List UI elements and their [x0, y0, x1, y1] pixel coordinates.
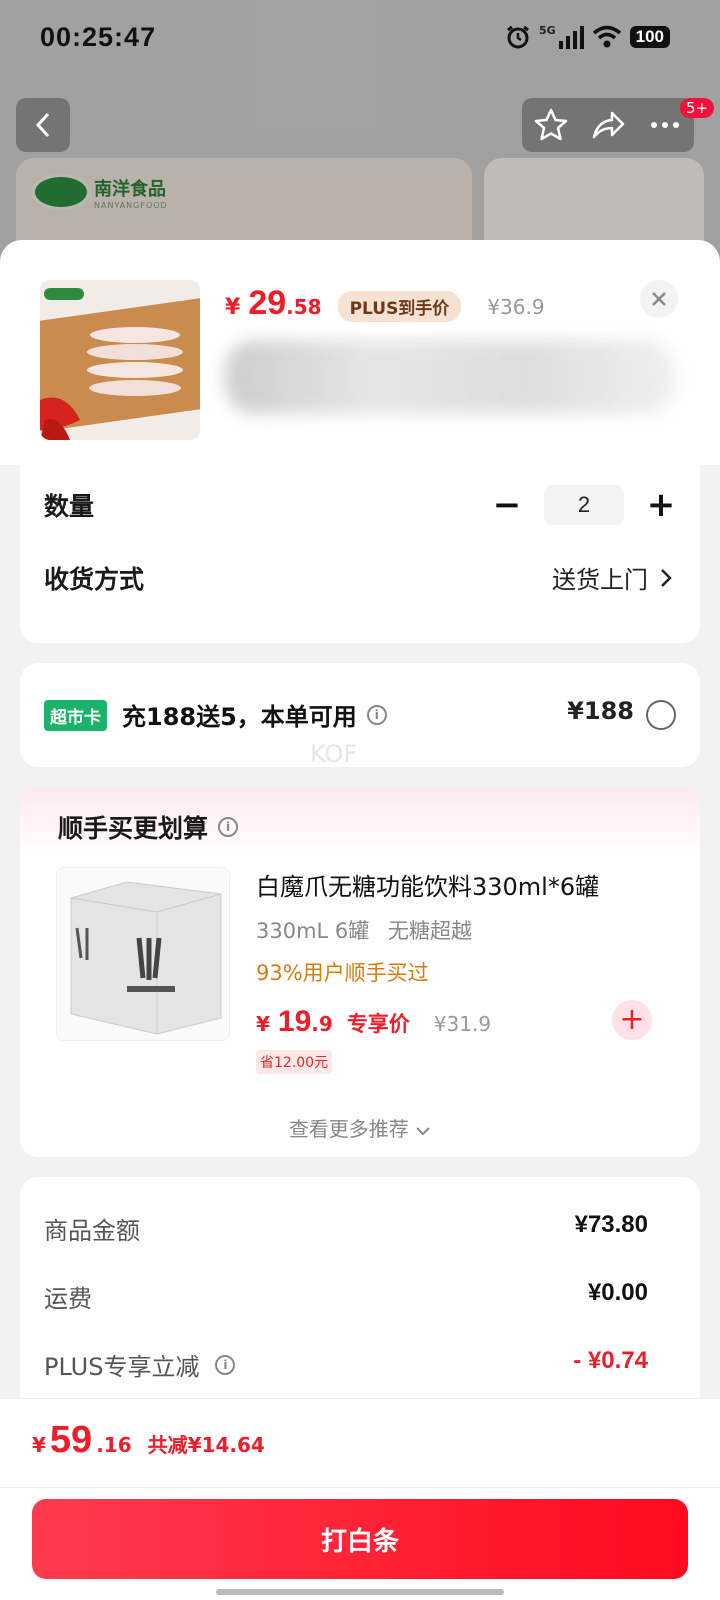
recommend-item-image[interactable]	[56, 867, 230, 1041]
top-actions	[522, 98, 694, 152]
summary-label: 运费	[44, 1285, 92, 1313]
more-icon[interactable]	[647, 107, 683, 143]
purchase-sheet: ¥ 29 .58 PLUS到手价 ¥36.9 数量 − 2 + 收货方式 送货上…	[0, 240, 720, 1600]
close-icon	[652, 292, 666, 306]
status-time: 00:25:47	[40, 22, 157, 52]
price-integer: 29	[248, 284, 287, 322]
status-bar: 00:25:47 5G 100	[0, 0, 720, 80]
recommend-item-spec-row: 330mL 6罐 无糖超越	[256, 915, 472, 945]
supermarket-card-price: ¥188	[567, 697, 634, 725]
supermarket-card-radio[interactable]	[646, 700, 676, 730]
summary-value: ¥73.80	[574, 1211, 648, 1238]
summary-row-shipping: 运费 ¥0.00	[44, 1279, 648, 1314]
more-recommendations-link[interactable]: 查看更多推荐	[20, 1113, 700, 1142]
recommend-title-wrap: 顺手买更划算 i	[58, 809, 239, 845]
summary-value: ¥0.00	[587, 1279, 648, 1306]
total-decimal: .16	[96, 1433, 132, 1457]
recommend-item-name[interactable]: 白魔爪无糖功能饮料330ml*6罐	[256, 867, 599, 902]
recommend-item-price-row: ¥ 19 .9 专享价 ¥31.9	[256, 1005, 491, 1039]
share-icon[interactable]	[590, 107, 626, 143]
recommend-card: 顺手买更划算 i 白魔爪无糖功能饮料330ml*6罐 330mL 6罐 无糖超越…	[20, 787, 700, 1157]
quantity-value[interactable]: 2	[544, 485, 624, 525]
chevron-right-icon	[661, 568, 672, 587]
supermarket-card-row[interactable]: 超市卡 充188送5，本单可用 i ¥188	[20, 663, 700, 767]
delivery-label: 收货方式	[44, 565, 145, 594]
summary-row-goods: 商品金额 ¥73.80	[44, 1211, 648, 1246]
watermark: KOF	[310, 740, 358, 768]
divider	[0, 1487, 720, 1488]
info-icon[interactable]: i	[366, 704, 387, 725]
network-label: 5G	[538, 24, 556, 37]
signal-icon	[558, 26, 584, 49]
battery-indicator: 100	[629, 26, 670, 48]
status-icons: 5G 100	[505, 24, 670, 50]
increase-button[interactable]: +	[646, 488, 676, 522]
supermarket-card-tag: 超市卡	[44, 700, 107, 731]
delivery-value: 送货上门	[552, 566, 648, 594]
product-thumbnail	[40, 280, 200, 440]
total-integer: 59	[49, 1419, 93, 1461]
decrease-button[interactable]: −	[492, 488, 522, 522]
info-icon[interactable]: i	[215, 1354, 236, 1375]
summary-value: - ¥0.74	[573, 1347, 648, 1374]
total-currency: ¥	[32, 1433, 46, 1457]
blurred-product-title	[225, 340, 675, 414]
chevron-left-icon	[35, 112, 50, 138]
delivery-method[interactable]: 送货上门	[552, 560, 672, 595]
checkout-bar: ¥ 59 .16 共减¥14.64 打白条	[0, 1398, 720, 1600]
quantity-delivery-card: 数量 − 2 + 收货方式 送货上门	[20, 465, 700, 643]
summary-label-wrap: PLUS专享立减 i	[44, 1347, 236, 1382]
plus-price-tag: PLUS到手价	[337, 291, 462, 322]
add-to-order-button[interactable]: +	[612, 1000, 652, 1040]
total-reduction[interactable]: 共减¥14.64	[148, 1429, 265, 1458]
recommend-price-decimal: .9	[311, 1012, 333, 1036]
quantity-stepper[interactable]: − 2 +	[492, 485, 676, 525]
more-recommendations-label: 查看更多推荐	[288, 1117, 409, 1141]
star-icon[interactable]	[533, 107, 569, 143]
recommend-item-spec: 330mL 6罐	[256, 919, 370, 943]
message-badge: 5+	[680, 98, 715, 118]
product-image	[40, 280, 200, 440]
recommend-price-label: 专享价	[346, 1012, 410, 1036]
alarm-icon	[507, 25, 529, 49]
product-header: ¥ 29 .58 PLUS到手价 ¥36.9	[0, 240, 720, 465]
chevron-down-icon	[416, 1127, 430, 1136]
close-button[interactable]	[640, 280, 678, 318]
pay-button[interactable]: 打白条	[32, 1499, 688, 1579]
wifi-icon	[592, 25, 621, 48]
price-currency: ¥	[225, 295, 241, 320]
supermarket-card-text-wrap: 充188送5，本单可用 i	[122, 697, 387, 732]
supermarket-card-text: 充188送5，本单可用	[122, 703, 357, 731]
total-price: ¥ 59 .16 共减¥14.64	[32, 1419, 265, 1462]
back-button[interactable]	[16, 98, 70, 152]
recommend-price-integer: 19	[277, 1005, 312, 1038]
info-icon[interactable]: i	[218, 817, 239, 837]
quantity-label: 数量	[44, 492, 95, 521]
summary-label: PLUS专享立减	[44, 1353, 200, 1381]
monster-can-pack-image	[57, 868, 229, 1040]
product-price-row: ¥ 29 .58 PLUS到手价 ¥36.9	[225, 284, 545, 323]
price-decimal: .58	[286, 295, 322, 319]
recommend-item-bought: 93%用户顺手买过	[256, 961, 429, 985]
recommend-title: 顺手买更划算	[58, 814, 209, 843]
home-indicator[interactable]	[216, 1589, 504, 1595]
original-price: ¥36.9	[487, 295, 545, 319]
recommend-save-tag: 省12.00元	[256, 1050, 333, 1074]
recommend-original-price: ¥31.9	[433, 1012, 492, 1036]
recommend-item-tag: 无糖超越	[387, 919, 472, 943]
summary-label: 商品金额	[44, 1217, 140, 1245]
recommend-price-currency: ¥	[256, 1012, 270, 1036]
summary-row-plus-discount: PLUS专享立减 i - ¥0.74	[44, 1347, 648, 1382]
